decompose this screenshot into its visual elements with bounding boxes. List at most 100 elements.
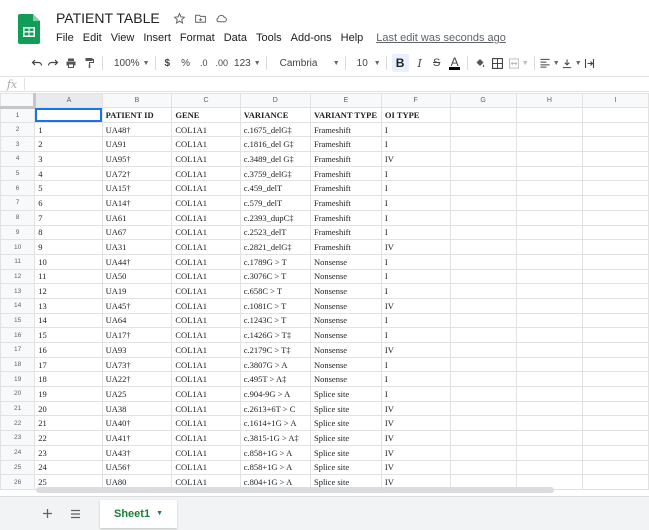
cell[interactable]: Nonsense [309, 297, 382, 314]
cell[interactable]: c.1816_del G‡ [239, 136, 311, 153]
menu-data[interactable]: Data [224, 32, 247, 44]
cell[interactable] [581, 151, 649, 167]
column-header-d[interactable]: D [239, 93, 311, 108]
document-title[interactable]: PATIENT TABLE [56, 10, 160, 26]
font-size-select[interactable]: 10 ▼ [357, 54, 381, 72]
cell[interactable]: UA19 [101, 283, 173, 299]
cell[interactable]: Nonsense [309, 268, 382, 285]
cell[interactable]: COL1A1 [171, 371, 241, 388]
cell[interactable]: c.3815-1G > A‡ [239, 430, 311, 446]
undo-icon[interactable] [30, 54, 44, 72]
cell[interactable]: I [380, 371, 451, 388]
horizontal-align-icon[interactable]: ▼ [540, 54, 560, 72]
column-header-i[interactable]: I [581, 93, 649, 108]
row-number[interactable]: 19 [0, 371, 36, 388]
cell[interactable]: COL1A1 [171, 209, 241, 226]
cell[interactable]: COL1A1 [171, 356, 241, 373]
cell[interactable]: COL1A1 [171, 283, 241, 299]
cell[interactable]: IV [380, 430, 451, 446]
cell[interactable]: I [380, 386, 451, 402]
cell[interactable]: Frameshift [309, 239, 382, 255]
cell[interactable] [515, 253, 583, 270]
cell[interactable] [449, 400, 517, 417]
cell[interactable]: IV [380, 415, 451, 432]
column-header-e[interactable]: E [309, 93, 382, 108]
cell[interactable]: UA93 [101, 342, 173, 358]
cell[interactable]: UA91 [101, 136, 173, 153]
cell[interactable] [515, 151, 583, 167]
cell[interactable]: Nonsense [309, 356, 382, 373]
cell[interactable] [515, 327, 583, 343]
column-header-g[interactable]: G [449, 93, 517, 108]
cell[interactable] [581, 444, 649, 461]
cell[interactable]: UA14† [101, 195, 173, 211]
row-number[interactable]: 13 [0, 283, 36, 299]
cell[interactable] [515, 209, 583, 226]
vertical-align-icon[interactable]: ▼ [562, 54, 582, 72]
row-number[interactable]: 16 [0, 327, 36, 343]
row-number[interactable]: 9 [0, 224, 36, 241]
cell[interactable] [449, 327, 517, 343]
cell[interactable]: COL1A1 [171, 297, 241, 314]
zoom-select[interactable]: 100% ▼ [114, 54, 150, 72]
cell[interactable]: UA15† [101, 180, 173, 197]
cell[interactable]: 6 [34, 195, 103, 211]
column-header-b[interactable]: B [101, 93, 173, 108]
cell[interactable]: c.904-9G > A [239, 386, 311, 402]
cell[interactable]: UA50 [101, 268, 173, 285]
percent-format-button[interactable]: % [181, 54, 190, 72]
cell[interactable]: 5 [34, 180, 103, 197]
cell[interactable]: IV [380, 151, 451, 167]
row-number[interactable]: 26 [0, 474, 36, 490]
cell[interactable]: I [380, 356, 451, 373]
cell[interactable] [449, 342, 517, 358]
cell[interactable]: Splice site [309, 386, 382, 402]
cell[interactable]: UA48† [101, 121, 173, 138]
cell[interactable]: Frameshift [309, 121, 382, 138]
decrease-decimal-button[interactable]: .0 [200, 54, 208, 72]
cell[interactable]: 19 [34, 386, 103, 402]
cell[interactable] [581, 356, 649, 373]
row-number[interactable]: 2 [0, 121, 36, 138]
cell[interactable]: I [380, 195, 451, 211]
cell[interactable] [581, 400, 649, 417]
cell[interactable]: Nonsense [309, 312, 382, 329]
cell[interactable]: I [380, 180, 451, 197]
cell[interactable]: Nonsense [309, 327, 382, 343]
cell[interactable]: 3 [34, 151, 103, 167]
cell[interactable] [449, 312, 517, 329]
row-number[interactable]: 22 [0, 415, 36, 432]
cell[interactable] [581, 371, 649, 388]
cell[interactable]: COL1A1 [171, 342, 241, 358]
cell[interactable]: c.579_delT [239, 195, 311, 211]
cell[interactable] [581, 253, 649, 270]
cell[interactable] [581, 239, 649, 255]
cell[interactable]: 15 [34, 327, 103, 343]
cell[interactable]: COL1A1 [171, 268, 241, 285]
cell[interactable]: Nonsense [309, 283, 382, 299]
cell[interactable] [515, 180, 583, 197]
row-number[interactable]: 5 [0, 165, 36, 182]
row-number[interactable]: 25 [0, 459, 36, 476]
cell[interactable] [449, 195, 517, 211]
cell[interactable] [515, 165, 583, 182]
header-cell[interactable]: VARIANT TYPE [309, 107, 382, 123]
last-edit-link[interactable]: Last edit was seconds ago [376, 32, 506, 44]
cell[interactable]: c.1426G > T‡ [239, 327, 311, 343]
cell[interactable] [449, 459, 517, 476]
cell[interactable]: 16 [34, 342, 103, 358]
cell[interactable]: UA73† [101, 356, 173, 373]
cell[interactable]: COL1A1 [171, 121, 241, 138]
menu-edit[interactable]: Edit [83, 32, 102, 44]
menu-tools[interactable]: Tools [256, 32, 282, 44]
cell[interactable]: I [380, 268, 451, 285]
row-number[interactable]: 17 [0, 342, 36, 358]
cell[interactable]: c.3807G > A [239, 356, 311, 373]
header-cell[interactable]: OI TYPE [380, 107, 451, 123]
cell[interactable] [515, 342, 583, 358]
row-number[interactable]: 11 [0, 253, 36, 270]
cell[interactable] [581, 195, 649, 211]
strikethrough-button[interactable]: S [430, 54, 444, 72]
cell[interactable]: I [380, 253, 451, 270]
horizontal-scrollbar[interactable] [36, 487, 554, 493]
